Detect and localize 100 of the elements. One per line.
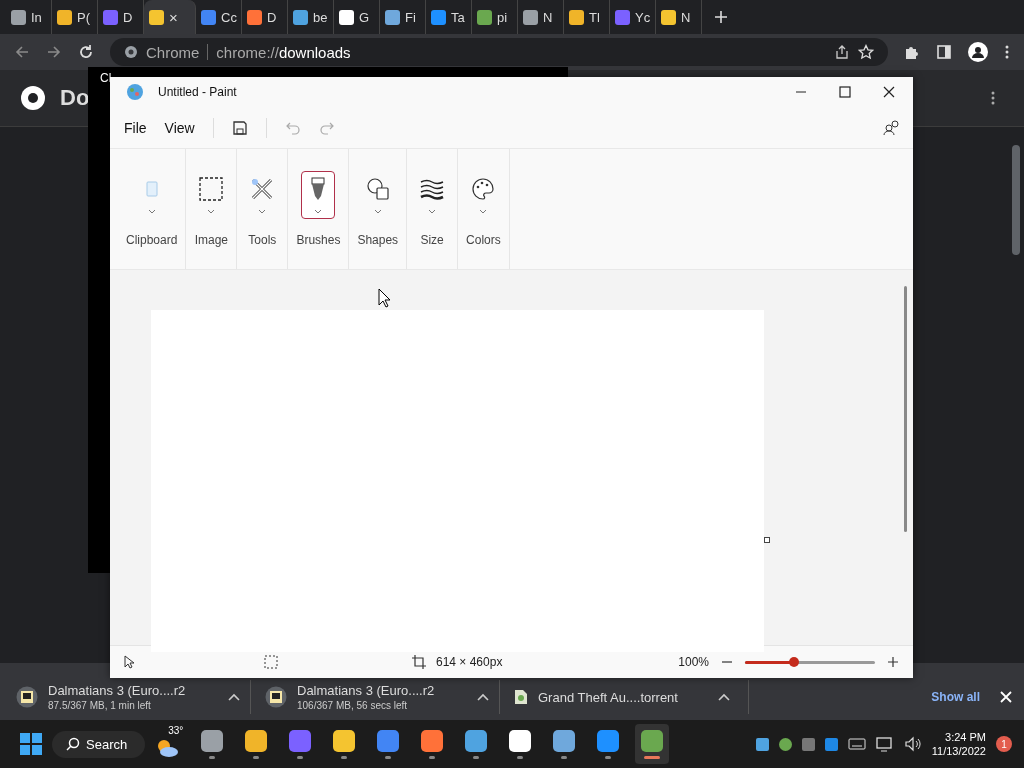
download-name[interactable]: Grand Theft Au....torrent	[538, 689, 708, 705]
site-icon	[431, 9, 446, 25]
app-icon	[465, 729, 488, 752]
save-icon[interactable]	[231, 119, 248, 136]
chevron-up-icon[interactable]	[718, 693, 730, 701]
zoom-slider[interactable]	[745, 660, 875, 664]
group-label: Image	[194, 233, 229, 247]
selection-icon	[199, 176, 224, 201]
mouse-cursor-icon	[378, 288, 392, 308]
app-icon	[333, 729, 356, 752]
weather-icon[interactable]	[155, 737, 180, 759]
tray-icon[interactable]	[801, 737, 815, 751]
app-icon	[245, 729, 268, 752]
side-panel-icon[interactable]	[936, 44, 952, 60]
new-tab-icon[interactable]	[714, 10, 728, 24]
file-icon	[514, 689, 528, 705]
share-icon[interactable]	[834, 44, 850, 60]
tray-icon[interactable]	[755, 737, 769, 751]
scrollbar[interactable]	[904, 286, 907, 532]
url-text: chrome://downloads	[216, 43, 351, 61]
close-icon[interactable]	[883, 86, 895, 98]
star-icon[interactable]	[858, 44, 874, 60]
app-icon	[421, 729, 444, 752]
caret-icon	[479, 208, 488, 214]
chevron-up-icon[interactable]	[477, 693, 489, 701]
site-icon	[615, 9, 630, 25]
scrollbar[interactable]	[1012, 145, 1020, 255]
back-icon[interactable]	[14, 44, 30, 60]
site-icon	[523, 9, 538, 25]
pointer-icon	[124, 655, 136, 669]
forward-icon[interactable]	[46, 44, 62, 60]
temperature: 33°	[167, 725, 185, 736]
group-label: Colors	[466, 233, 501, 247]
site-icon	[149, 9, 164, 25]
more-icon[interactable]	[1004, 44, 1010, 60]
reload-icon[interactable]	[78, 44, 94, 60]
menu-item[interactable]: View	[164, 115, 195, 140]
puzzle-icon[interactable]	[904, 44, 920, 60]
site-icon	[247, 9, 262, 25]
group-label: Shapes	[357, 233, 399, 247]
maximize-icon[interactable]	[839, 86, 851, 98]
archive-file-icon	[16, 686, 38, 708]
download-status: 87.5/367 MB, 1 min left	[48, 700, 152, 711]
people-icon[interactable]	[883, 119, 901, 136]
profile-icon[interactable]	[968, 42, 988, 62]
selection-icon	[264, 655, 278, 669]
group-label: Size	[420, 233, 444, 247]
site-icon	[57, 9, 72, 25]
shapes-icon	[365, 176, 390, 201]
close-icon[interactable]: ×	[169, 8, 178, 26]
app-icon	[641, 729, 664, 752]
palette-icon	[126, 83, 144, 101]
browser-tab[interactable]: ×	[144, 0, 196, 34]
menu-item[interactable]: File	[124, 115, 147, 140]
caret-icon	[428, 208, 437, 214]
clock-date[interactable]: 11/13/2022	[931, 745, 986, 757]
caret-icon	[258, 208, 267, 214]
zoom-in-icon[interactable]	[887, 656, 899, 668]
zoom-percent: 100%	[678, 655, 709, 669]
download-name[interactable]: Dalmatians 3 (Euro....r2	[48, 683, 218, 698]
site-label: Chrome	[146, 43, 200, 61]
site-icon	[11, 9, 26, 25]
site-icon	[661, 9, 676, 25]
chevron-up-icon[interactable]	[228, 693, 240, 701]
site-icon	[477, 9, 492, 25]
app-icon	[201, 729, 224, 752]
caret-icon	[373, 208, 382, 214]
site-icon	[293, 9, 308, 25]
notification-badge[interactable]: 1	[996, 736, 1012, 752]
more-icon[interactable]	[990, 90, 996, 106]
keyboard-icon[interactable]	[847, 738, 866, 750]
page-title: Do	[60, 85, 90, 111]
window-title: Untitled - Paint	[158, 85, 237, 99]
resize-handle[interactable]	[764, 537, 770, 543]
app-icon	[377, 729, 400, 752]
taskbar-app[interactable]	[635, 724, 670, 764]
caret-icon	[207, 208, 216, 214]
ribbon-button[interactable]	[301, 171, 336, 219]
clock-time[interactable]: 3:24 PM	[945, 731, 986, 743]
search-icon	[66, 737, 80, 751]
address-bar[interactable]: Chrome chrome://downloads	[110, 38, 888, 66]
show-all-link[interactable]: Show all	[931, 689, 980, 704]
archive-file-icon	[265, 686, 287, 708]
volume-icon[interactable]	[903, 736, 922, 752]
app-icon	[553, 729, 576, 752]
site-icon	[103, 9, 118, 25]
windows-start-icon[interactable]	[20, 733, 42, 755]
tray-icon[interactable]	[778, 737, 792, 751]
network-icon[interactable]	[875, 736, 894, 752]
site-icon	[339, 9, 354, 25]
site-icon	[385, 9, 400, 25]
site-icon	[201, 9, 216, 25]
download-name[interactable]: Dalmatians 3 (Euro....r2	[297, 683, 467, 698]
caret-icon	[147, 208, 156, 214]
search-button[interactable]: Search	[52, 730, 146, 758]
group-label: Tools	[248, 233, 277, 247]
zoom-slider-thumb[interactable]	[789, 656, 800, 667]
group-label: Brushes	[296, 233, 341, 247]
caret-icon	[314, 208, 323, 214]
app-icon	[289, 729, 312, 752]
